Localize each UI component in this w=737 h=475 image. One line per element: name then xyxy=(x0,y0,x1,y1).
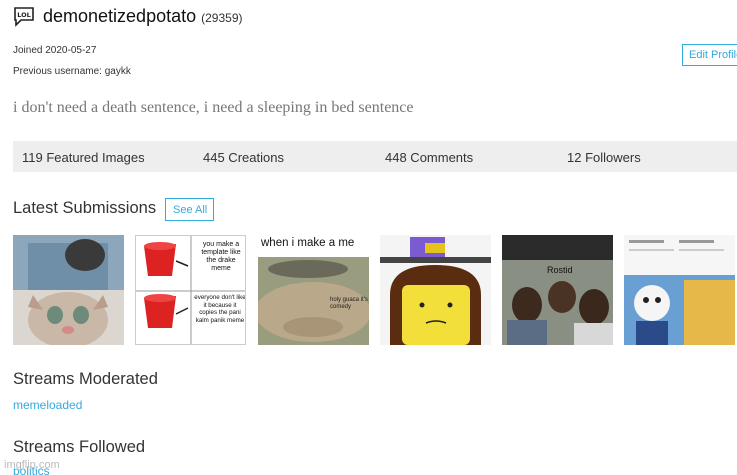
creations-stat[interactable]: 445 Creations xyxy=(203,150,284,165)
thumbnail-sans-meme[interactable] xyxy=(624,235,735,345)
streams-followed-title: Streams Followed xyxy=(13,438,146,456)
joined-date: Joined 2020-05-27 xyxy=(13,45,97,56)
see-all-button[interactable]: See All xyxy=(165,198,214,221)
thumbnail-roasted-meme[interactable]: Rostid xyxy=(502,235,613,345)
thumbnail-bucket-drake-meme[interactable]: you make a template like the drake meme … xyxy=(135,235,246,345)
streams-moderated-title: Streams Moderated xyxy=(13,370,158,388)
stats-bar: 119 Featured Images 445 Creations 448 Co… xyxy=(13,141,737,172)
user-points: (29359) xyxy=(201,11,243,25)
thumbnail-caption: when i make a me xyxy=(261,237,355,249)
profile-header: LOL demonetizedpotato (29359) xyxy=(13,6,243,27)
followers-stat[interactable]: 12 Followers xyxy=(567,150,641,165)
imgflip-watermark: imgflip.com xyxy=(4,459,60,471)
svg-text:LOL: LOL xyxy=(17,11,31,19)
latest-submissions-title: Latest Submissions xyxy=(13,199,157,217)
thumbnail-overlay-text: holy guaca it's comedy xyxy=(330,297,368,310)
thumbnail-bottom-text: everyone don't like it because it copies… xyxy=(194,294,246,324)
thumbnail-caption: Rostid xyxy=(547,265,573,275)
thumbnail-when-i-make-a-meme[interactable]: when i make a me holy guaca it's comedy xyxy=(258,235,369,345)
thumbnail-top-text: you make a template like the drake meme xyxy=(201,241,241,272)
user-bio: i don't need a death sentence, i need a … xyxy=(13,99,414,116)
thumbnail-cat-meme[interactable] xyxy=(13,235,124,345)
featured-images-stat[interactable]: 119 Featured Images xyxy=(22,150,145,165)
previous-username: Previous username: gaykk xyxy=(13,66,131,77)
thumbnail-cartoon-face[interactable] xyxy=(380,235,491,345)
comments-stat[interactable]: 448 Comments xyxy=(385,150,473,165)
lol-chat-bubble-icon: LOL xyxy=(13,6,35,27)
stream-link-memeloaded[interactable]: memeloaded xyxy=(13,398,82,412)
username: demonetizedpotato xyxy=(43,6,197,26)
edit-profile-button[interactable]: Edit Profile xyxy=(682,44,737,66)
